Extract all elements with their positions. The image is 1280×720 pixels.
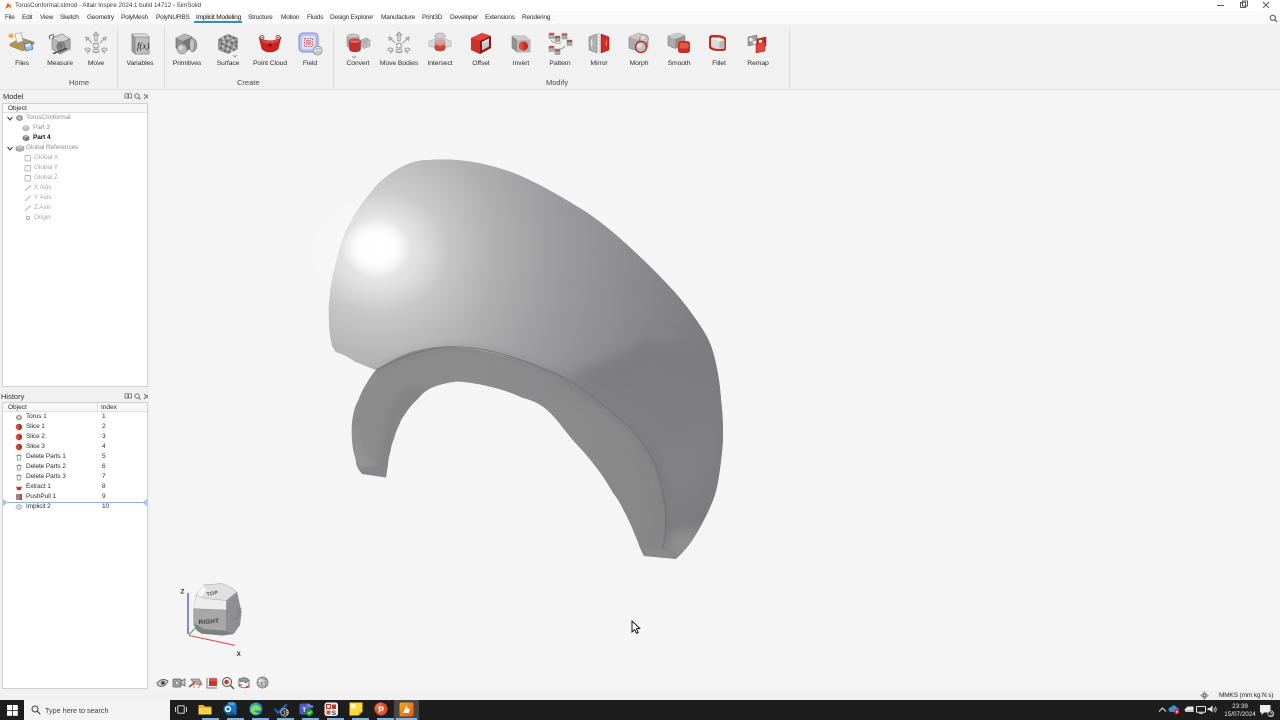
svg-text:15: 15	[283, 711, 289, 717]
svg-text:RIGHT: RIGHT	[198, 618, 219, 626]
svg-text:T: T	[302, 707, 306, 714]
svg-text:f(x): f(x)	[137, 41, 150, 51]
svg-text:X: X	[237, 651, 242, 658]
svg-text:S: S	[332, 710, 337, 717]
svg-text:3: 3	[1270, 712, 1273, 717]
svg-text:P: P	[378, 705, 384, 715]
svg-text:Z: Z	[181, 589, 185, 596]
